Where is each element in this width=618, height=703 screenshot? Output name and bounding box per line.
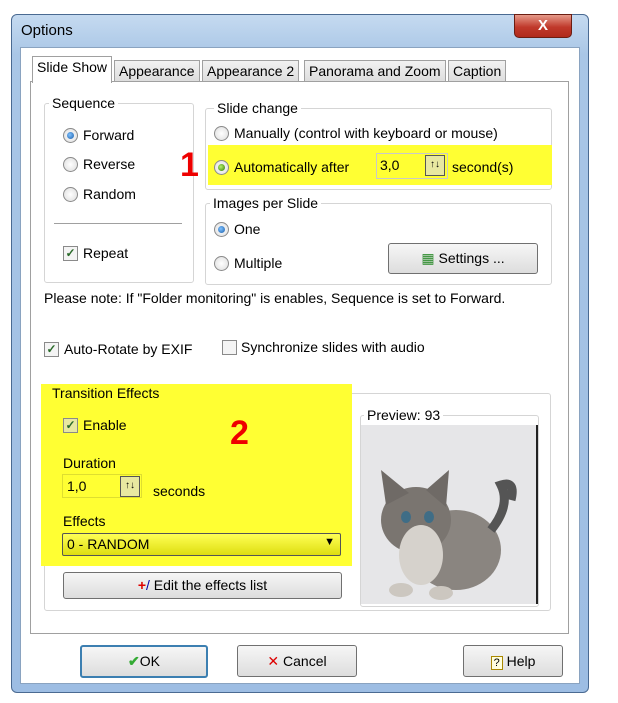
slide-change-label: Slide change (214, 100, 301, 116)
enable-checkbox[interactable]: ✓ (63, 418, 78, 433)
radio-reverse[interactable] (63, 157, 78, 172)
images-per-slide-label: Images per Slide (210, 195, 322, 211)
auto-seconds-value: 3,0 (380, 157, 400, 173)
enable-label: Enable (83, 417, 127, 433)
grid-icon: ▦ (421, 250, 435, 266)
automatic-label: Automatically after (234, 159, 350, 175)
sequence-label: Sequence (49, 95, 119, 111)
random-label: Random (83, 186, 136, 202)
sync-audio-checkbox[interactable]: ✓ (222, 340, 237, 355)
repeat-label: Repeat (83, 245, 129, 261)
tab-appearance[interactable]: Appearance (114, 60, 200, 82)
plus-minus-icon: + (137, 577, 147, 593)
duration-updown-icon[interactable]: ↑↓ (120, 476, 140, 497)
auto-rotate-checkbox[interactable]: ✓ (44, 342, 59, 357)
edit-effects-label: Edit the effects list (153, 577, 268, 593)
help-icon: ? (490, 656, 503, 670)
duration-label: Duration (63, 455, 116, 471)
auto-rotate-label: Auto-Rotate by EXIF (64, 341, 193, 357)
seconds-unit: second(s) (452, 159, 514, 175)
settings-button[interactable]: ▦ Settings ... (388, 243, 538, 274)
edit-effects-button[interactable]: +/ Edit the effects list (63, 572, 342, 599)
chevron-down-icon: ▼ (324, 536, 335, 548)
close-button[interactable]: X (514, 14, 572, 38)
forward-label: Forward (83, 127, 135, 143)
tab-slide-show[interactable]: Slide Show (32, 56, 113, 83)
sync-audio-label: Synchronize slides with audio (241, 339, 425, 355)
tab-appearance-2[interactable]: Appearance 2 (202, 60, 300, 82)
checkmark-icon: ✔ (128, 653, 140, 669)
help-label: Help (506, 653, 536, 669)
effects-label: Effects (63, 513, 106, 529)
effects-value: 0 - RANDOM (67, 536, 150, 552)
help-button[interactable]: ? Help (463, 645, 563, 677)
duration-value: 1,0 (67, 478, 87, 494)
radio-manual[interactable] (214, 126, 229, 141)
transition-label: Transition Effects (52, 385, 160, 401)
radio-forward[interactable] (63, 128, 78, 143)
radio-one[interactable] (214, 222, 229, 237)
ok-label: OK (139, 653, 160, 669)
multiple-label: Multiple (234, 255, 283, 271)
tab-caption[interactable]: Caption (448, 60, 507, 82)
cancel-label: Cancel (283, 653, 327, 669)
divider (54, 223, 182, 224)
one-label: One (234, 221, 261, 237)
kitten-image (381, 470, 517, 600)
manual-label: Manually (control with keyboard or mouse… (234, 125, 498, 141)
x-icon: ✕ (267, 653, 280, 669)
radio-automatic[interactable] (214, 160, 229, 175)
ok-button[interactable]: ✔OK (80, 645, 208, 678)
tab-panorama-zoom[interactable]: Panorama and Zoom (304, 60, 446, 82)
settings-label: Settings ... (438, 250, 505, 266)
cancel-button[interactable]: ✕ Cancel (237, 645, 357, 677)
radio-random[interactable] (63, 187, 78, 202)
reverse-label: Reverse (83, 156, 136, 172)
repeat-checkbox[interactable]: ✓ (63, 246, 78, 261)
preview-label: Preview: 93 (364, 407, 444, 423)
note-text: Please note: If "Folder monitoring" is e… (44, 290, 506, 306)
duration-unit: seconds (153, 483, 206, 499)
window-title: Options (21, 22, 73, 39)
annotation-1: 1 (180, 146, 199, 184)
preview-image (361, 425, 538, 604)
spin-updown-icon[interactable]: ↑↓ (425, 155, 445, 176)
effects-dropdown[interactable]: 0 - RANDOM ▼ (62, 533, 341, 556)
annotation-2: 2 (230, 414, 249, 452)
radio-multiple[interactable] (214, 256, 229, 271)
